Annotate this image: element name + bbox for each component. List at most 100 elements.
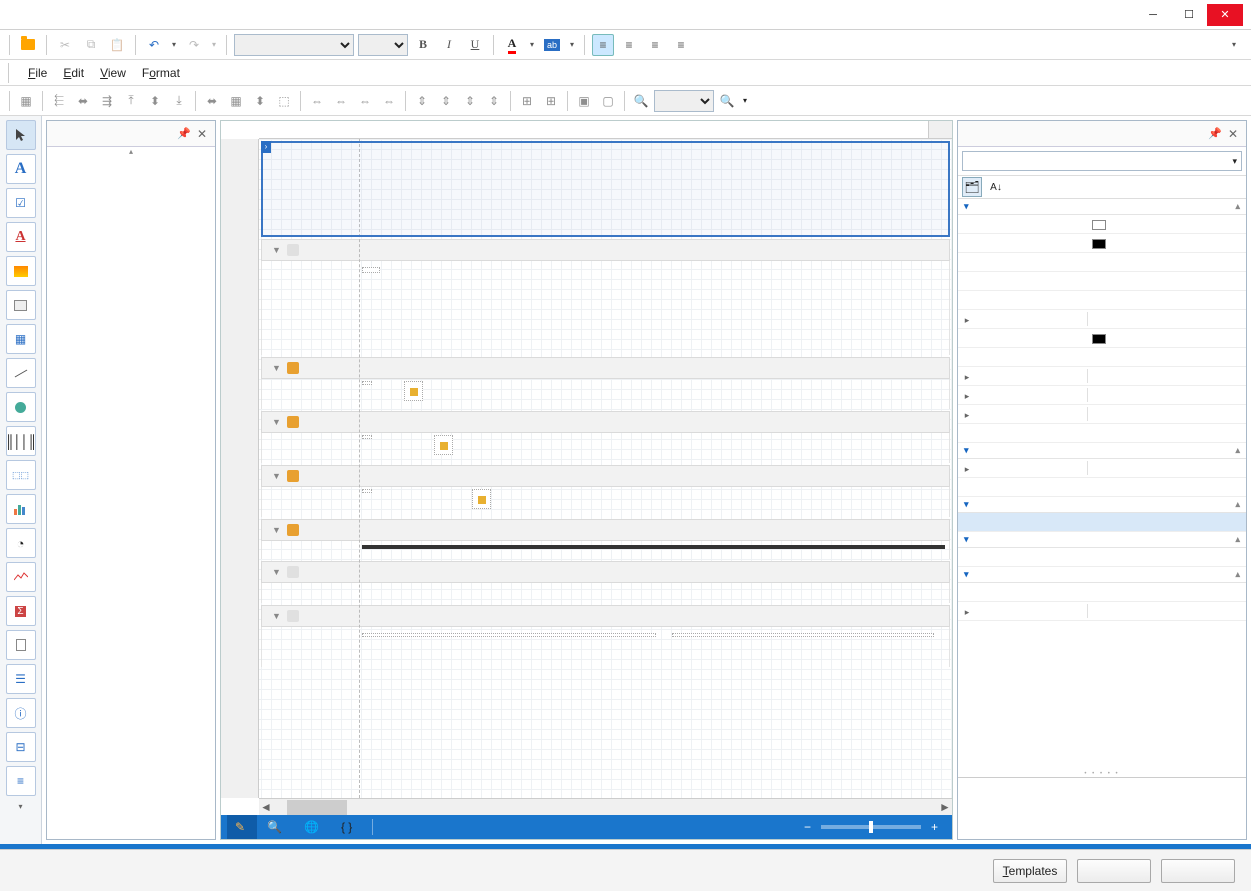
zoom-slider[interactable]: [821, 825, 921, 829]
pin-icon[interactable]: 📌: [177, 127, 191, 140]
open-icon[interactable]: [17, 34, 39, 56]
batch-field[interactable]: [404, 381, 423, 401]
footer-date[interactable]: [362, 633, 656, 637]
detail-band[interactable]: ▼: [261, 561, 950, 583]
label-tool-icon[interactable]: A: [6, 154, 36, 184]
align-left2-icon[interactable]: ⬱: [48, 90, 70, 112]
group-header-2[interactable]: ▼: [261, 411, 950, 433]
propgrid-row-tag[interactable]: [958, 513, 1246, 532]
grid-icon[interactable]: ▦: [15, 90, 37, 112]
overflow-icon[interactable]: ▾: [1223, 34, 1245, 56]
bold-icon[interactable]: B: [412, 34, 434, 56]
pivot-tool-icon[interactable]: Σ: [6, 596, 36, 626]
ok-button[interactable]: [1077, 859, 1151, 883]
pointer-tool-icon[interactable]: [6, 120, 36, 150]
top-margin-band[interactable]: ›: [261, 141, 950, 237]
tab-preview[interactable]: 🔍: [259, 815, 294, 839]
align-right-icon[interactable]: ≡: [644, 34, 666, 56]
size-width-icon[interactable]: ⬌: [201, 90, 223, 112]
picture-tool-icon[interactable]: [6, 256, 36, 286]
line-tool-icon[interactable]: [6, 358, 36, 388]
crossline-tool-icon[interactable]: ≡: [6, 766, 36, 796]
zoom-in-icon[interactable]: 🔍: [716, 90, 738, 112]
size-grid-icon[interactable]: ▦: [225, 90, 247, 112]
gauge-tool-icon[interactable]: ◔: [6, 528, 36, 558]
panel-tool-icon[interactable]: [6, 290, 36, 320]
size-both-icon[interactable]: ⬚: [273, 90, 295, 112]
propgrid-close-icon[interactable]: ✕: [1228, 127, 1238, 141]
pageinfo-tool-icon[interactable]: ⓘ: [6, 698, 36, 728]
font-color-dropdown-icon[interactable]: ▾: [527, 34, 537, 56]
align-center-icon[interactable]: ≡: [618, 34, 640, 56]
center-h-icon[interactable]: ⊞: [516, 90, 538, 112]
menu-format[interactable]: Format: [142, 66, 180, 80]
pagebreak-tool-icon[interactable]: ⊟: [6, 732, 36, 762]
horizontal-scrollbar[interactable]: ◄►: [259, 798, 952, 815]
checkbox-tool-icon[interactable]: ☑: [6, 188, 36, 218]
alphabetical-icon[interactable]: A↓: [986, 177, 1006, 197]
operation-field[interactable]: [434, 435, 453, 455]
menu-view[interactable]: View: [100, 66, 126, 80]
align-left-icon[interactable]: ≡: [592, 34, 614, 56]
band-expand-icon[interactable]: ›: [261, 141, 271, 153]
templates-button[interactable]: Templates: [993, 859, 1067, 883]
vspace-dec-icon[interactable]: ⇕: [459, 90, 481, 112]
group-header-1[interactable]: ▼: [261, 357, 950, 379]
propgrid-pin-icon[interactable]: 📌: [1208, 127, 1222, 140]
group-header-3[interactable]: ▼: [261, 465, 950, 487]
align-right2-icon[interactable]: ⇶: [96, 90, 118, 112]
undo-icon[interactable]: ↶: [143, 34, 165, 56]
maximize-button[interactable]: ☐: [1171, 4, 1207, 26]
align-bottom-icon[interactable]: ⤓: [168, 90, 190, 112]
hspace-dec-icon[interactable]: ⇔: [354, 90, 376, 112]
toolbox-close-icon[interactable]: ✕: [197, 127, 207, 141]
close-button[interactable]: ✕: [1207, 4, 1243, 26]
subreport-tool-icon[interactable]: [6, 630, 36, 660]
vspace-rem-icon[interactable]: ⇕: [483, 90, 505, 112]
zoom-select[interactable]: [654, 90, 714, 112]
chart-tool-icon[interactable]: [6, 494, 36, 524]
report-header-band-header[interactable]: ▼: [261, 239, 950, 261]
paste-icon[interactable]: 📋: [106, 34, 128, 56]
propgrid-object-select[interactable]: ▾: [962, 151, 1242, 171]
menu-file[interactable]: File: [28, 66, 47, 80]
center-v-icon[interactable]: ⊞: [540, 90, 562, 112]
redo-dropdown-icon[interactable]: ▾: [209, 34, 219, 56]
operation-label[interactable]: [362, 435, 372, 439]
units-label[interactable]: [362, 489, 372, 493]
hspace-eq-icon[interactable]: ⇔: [306, 90, 328, 112]
design-canvas[interactable]: › ▼ ▼ ▼ ▼: [221, 139, 952, 798]
tab-designer[interactable]: ✎: [227, 815, 257, 839]
zoom-out-icon[interactable]: 🔍: [630, 90, 652, 112]
font-family-select[interactable]: [234, 34, 354, 56]
send-back-icon[interactable]: ▢: [597, 90, 619, 112]
undo-dropdown-icon[interactable]: ▾: [169, 34, 179, 56]
align-justify-icon[interactable]: ≡: [670, 34, 692, 56]
shape-tool-icon[interactable]: [6, 392, 36, 422]
font-color-icon[interactable]: A: [501, 34, 523, 56]
align-h-center-icon[interactable]: ⬍: [144, 90, 166, 112]
minimize-button[interactable]: ─: [1135, 4, 1171, 26]
menu-edit[interactable]: Edit: [63, 66, 84, 80]
align-top-icon[interactable]: ⤒: [120, 90, 142, 112]
underline-icon[interactable]: U: [464, 34, 486, 56]
page-footer-band[interactable]: ▼: [261, 605, 950, 627]
italic-icon[interactable]: I: [438, 34, 460, 56]
vspace-eq-icon[interactable]: ⇕: [411, 90, 433, 112]
hspace-inc-icon[interactable]: ⇔: [330, 90, 352, 112]
redo-icon[interactable]: ↷: [183, 34, 205, 56]
zoom-minus-icon[interactable]: −: [796, 815, 819, 839]
bring-front-icon[interactable]: ▣: [573, 90, 595, 112]
batch-label[interactable]: [362, 381, 372, 385]
tab-htmlview[interactable]: 🌐: [296, 815, 331, 839]
zoom-plus-icon[interactable]: +: [923, 815, 946, 839]
vspace-inc-icon[interactable]: ⇕: [435, 90, 457, 112]
zipcode-tool-icon[interactable]: ⬚⬚: [6, 460, 36, 490]
tab-scripts[interactable]: { }: [333, 815, 364, 839]
sparkline-tool-icon[interactable]: [6, 562, 36, 592]
size-height-icon[interactable]: ⬍: [249, 90, 271, 112]
barcode-tool-icon[interactable]: ║││║: [6, 426, 36, 456]
richtext-tool-icon[interactable]: A: [6, 222, 36, 252]
table-tool-icon[interactable]: ▦: [6, 324, 36, 354]
cut-icon[interactable]: ✂: [54, 34, 76, 56]
